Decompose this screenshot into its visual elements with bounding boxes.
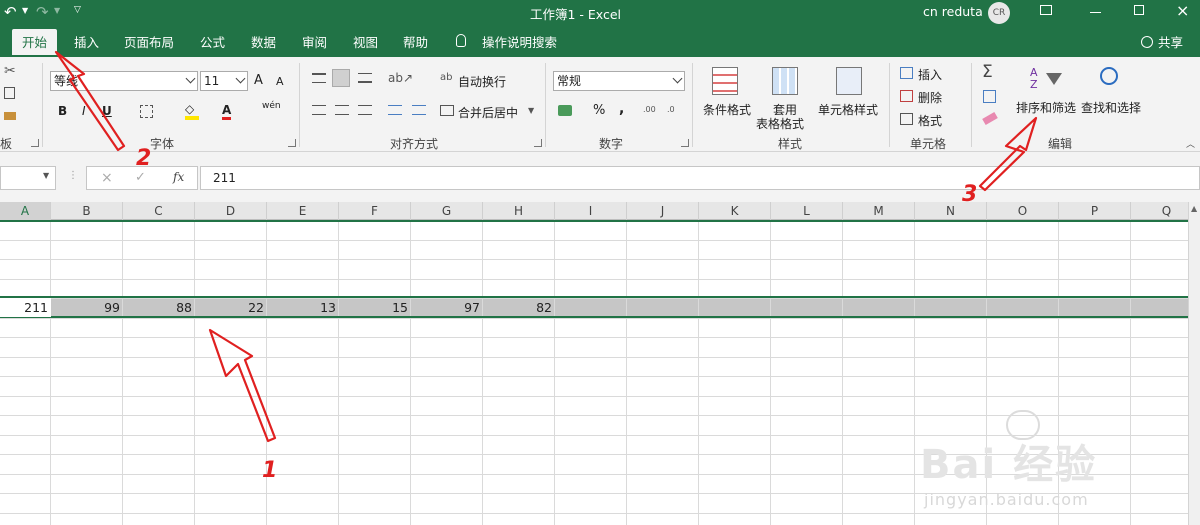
watermark-url: jingyan.baidu.com bbox=[924, 490, 1089, 509]
annotation-label-3: 3 bbox=[962, 182, 978, 207]
arrow-annotation-1 bbox=[208, 328, 277, 443]
arrow-annotation-3 bbox=[978, 116, 1038, 192]
annotation-label-2: 2 bbox=[136, 146, 152, 171]
arrow-annotation-2 bbox=[54, 50, 126, 152]
annotation-label-1: 1 bbox=[262, 458, 278, 483]
baidu-jingyan-watermark: Bai 经验 jingyan.baidu.com bbox=[920, 410, 1190, 520]
watermark-brand: Bai 经验 bbox=[920, 442, 1098, 488]
